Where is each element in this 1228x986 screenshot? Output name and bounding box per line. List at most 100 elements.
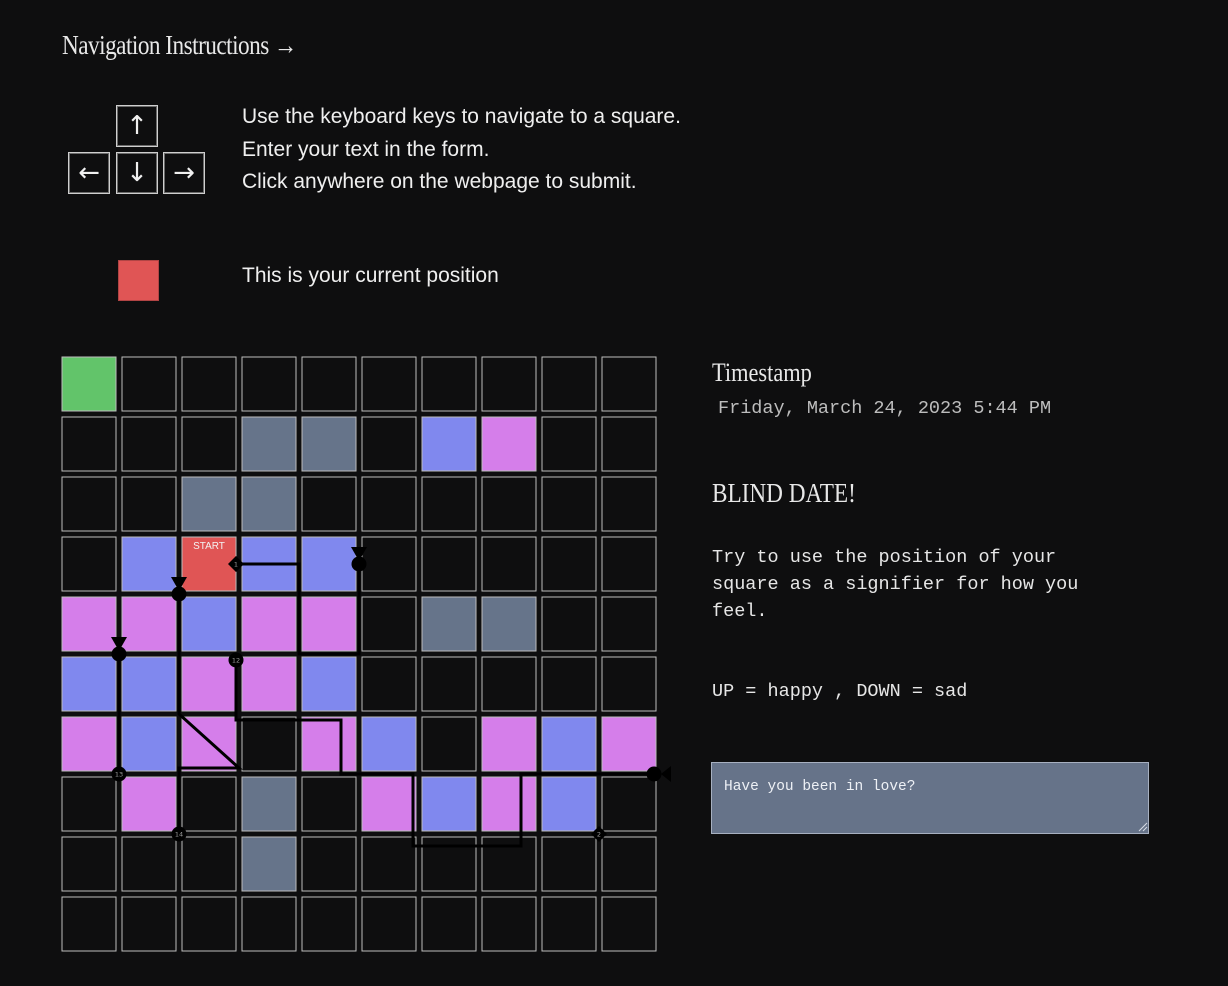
board-cell-r6-c9[interactable] — [601, 716, 657, 772]
board-cell-r4-c8[interactable] — [541, 596, 597, 652]
board-cell-r9-c9[interactable] — [601, 896, 657, 952]
board-cell-r7-c3[interactable] — [241, 776, 297, 832]
board-cell-r1-c9[interactable] — [601, 416, 657, 472]
board-cell-r1-c3[interactable] — [241, 416, 297, 472]
board-cell-r0-c8[interactable] — [541, 356, 597, 412]
board-cell-r3-c6[interactable] — [421, 536, 477, 592]
board-cell-r7-c6[interactable] — [421, 776, 477, 832]
board-cell-r6-c0[interactable] — [61, 716, 117, 772]
board-cell-r1-c8[interactable] — [541, 416, 597, 472]
board-cell-r1-c1[interactable] — [121, 416, 177, 472]
board-cell-r0-c0[interactable] — [61, 356, 117, 412]
page[interactable]: Navigation Instructions → ↑ ← ↓ → Use th… — [0, 0, 1228, 986]
board-cell-r5-c2[interactable] — [181, 656, 237, 712]
board-cell-r9-c4[interactable] — [301, 896, 357, 952]
board-cell-r7-c7[interactable] — [481, 776, 537, 832]
board-cell-r4-c4[interactable] — [301, 596, 357, 652]
board-cell-r5-c3[interactable] — [241, 656, 297, 712]
board-cell-r4-c6[interactable] — [421, 596, 477, 652]
board-svg[interactable]: START 1 13 14 12 2 — [61, 356, 671, 953]
board[interactable]: START 1 13 14 12 2 — [61, 356, 671, 953]
board-cell-r2-c6[interactable] — [421, 476, 477, 532]
board-cell-r9-c6[interactable] — [421, 896, 477, 952]
board-cell-r6-c3[interactable] — [241, 716, 297, 772]
board-cell-r2-c2[interactable] — [181, 476, 237, 532]
board-cell-r8-c3[interactable] — [241, 836, 297, 892]
board-cell-r7-c2[interactable] — [181, 776, 237, 832]
board-cell-r5-c0[interactable] — [61, 656, 117, 712]
board-cell-r3-c8[interactable] — [541, 536, 597, 592]
board-cell-r5-c7[interactable] — [481, 656, 537, 712]
board-cell-r3-c4[interactable] — [301, 536, 357, 592]
board-cell-r7-c5[interactable] — [361, 776, 417, 832]
board-cell-r1-c0[interactable] — [61, 416, 117, 472]
board-cell-r4-c1[interactable] — [121, 596, 177, 652]
board-cell-r2-c4[interactable] — [301, 476, 357, 532]
board-cell-r2-c1[interactable] — [121, 476, 177, 532]
board-cell-r7-c4[interactable] — [301, 776, 357, 832]
board-cell-r1-c6[interactable] — [421, 416, 477, 472]
board-cell-r6-c5[interactable] — [361, 716, 417, 772]
board-cell-r8-c9[interactable] — [601, 836, 657, 892]
board-cell-r1-c7[interactable] — [481, 416, 537, 472]
board-cell-r6-c1[interactable] — [121, 716, 177, 772]
board-cell-r1-c4[interactable] — [301, 416, 357, 472]
board-cell-r8-c2[interactable] — [181, 836, 237, 892]
board-cell-r9-c0[interactable] — [61, 896, 117, 952]
board-cell-r3-c5[interactable] — [361, 536, 417, 592]
board-cell-r2-c3[interactable] — [241, 476, 297, 532]
board-cell-r9-c8[interactable] — [541, 896, 597, 952]
board-cell-r4-c5[interactable] — [361, 596, 417, 652]
board-cell-r3-c0[interactable] — [61, 536, 117, 592]
board-cell-r0-c1[interactable] — [121, 356, 177, 412]
board-cell-r0-c9[interactable] — [601, 356, 657, 412]
board-cell-r4-c3[interactable] — [241, 596, 297, 652]
board-cell-r2-c8[interactable] — [541, 476, 597, 532]
board-cell-r5-c5[interactable] — [361, 656, 417, 712]
board-cell-r6-c8[interactable] — [541, 716, 597, 772]
board-cell-r2-c5[interactable] — [361, 476, 417, 532]
board-cell-r2-c7[interactable] — [481, 476, 537, 532]
board-cell-r7-c1[interactable] — [121, 776, 177, 832]
board-cell-r2-c0[interactable] — [61, 476, 117, 532]
board-cell-r0-c3[interactable] — [241, 356, 297, 412]
board-cell-r0-c7[interactable] — [481, 356, 537, 412]
board-cell-r4-c7[interactable] — [481, 596, 537, 652]
board-cell-r5-c4[interactable] — [301, 656, 357, 712]
board-cell-r2-c9[interactable] — [601, 476, 657, 532]
board-cell-r1-c5[interactable] — [361, 416, 417, 472]
board-cell-r0-c5[interactable] — [361, 356, 417, 412]
board-cell-r8-c1[interactable] — [121, 836, 177, 892]
board-cell-r6-c6[interactable] — [421, 716, 477, 772]
board-cell-r3-c9[interactable] — [601, 536, 657, 592]
board-cell-r9-c2[interactable] — [181, 896, 237, 952]
board-cell-r8-c8[interactable] — [541, 836, 597, 892]
board-cell-r6-c4[interactable] — [301, 716, 357, 772]
board-cell-r3-c7[interactable] — [481, 536, 537, 592]
board-cell-r5-c1[interactable] — [121, 656, 177, 712]
resize-grip-icon[interactable] — [1136, 820, 1148, 832]
board-cell-r4-c9[interactable] — [601, 596, 657, 652]
board-cell-r8-c0[interactable] — [61, 836, 117, 892]
board-cell-r0-c2[interactable] — [181, 356, 237, 412]
board-cell-r7-c9[interactable] — [601, 776, 657, 832]
board-cell-r7-c0[interactable] — [61, 776, 117, 832]
board-cell-r9-c5[interactable] — [361, 896, 417, 952]
board-cell-r0-c6[interactable] — [421, 356, 477, 412]
board-cell-r9-c3[interactable] — [241, 896, 297, 952]
board-cell-r0-c4[interactable] — [301, 356, 357, 412]
board-cell-r5-c9[interactable] — [601, 656, 657, 712]
board-cell-r7-c8[interactable] — [541, 776, 597, 832]
board-cell-r8-c4[interactable] — [301, 836, 357, 892]
board-cell-r1-c2[interactable] — [181, 416, 237, 472]
board-cell-r5-c6[interactable] — [421, 656, 477, 712]
board-cell-r8-c5[interactable] — [361, 836, 417, 892]
board-cell-r3-c1[interactable] — [121, 536, 177, 592]
answer-textarea[interactable]: Have you been in love? — [711, 762, 1149, 834]
board-cell-r4-c0[interactable] — [61, 596, 117, 652]
board-cell-r6-c7[interactable] — [481, 716, 537, 772]
board-cell-r5-c8[interactable] — [541, 656, 597, 712]
board-cell-r9-c7[interactable] — [481, 896, 537, 952]
board-cell-r4-c2[interactable] — [181, 596, 237, 652]
board-cell-r9-c1[interactable] — [121, 896, 177, 952]
